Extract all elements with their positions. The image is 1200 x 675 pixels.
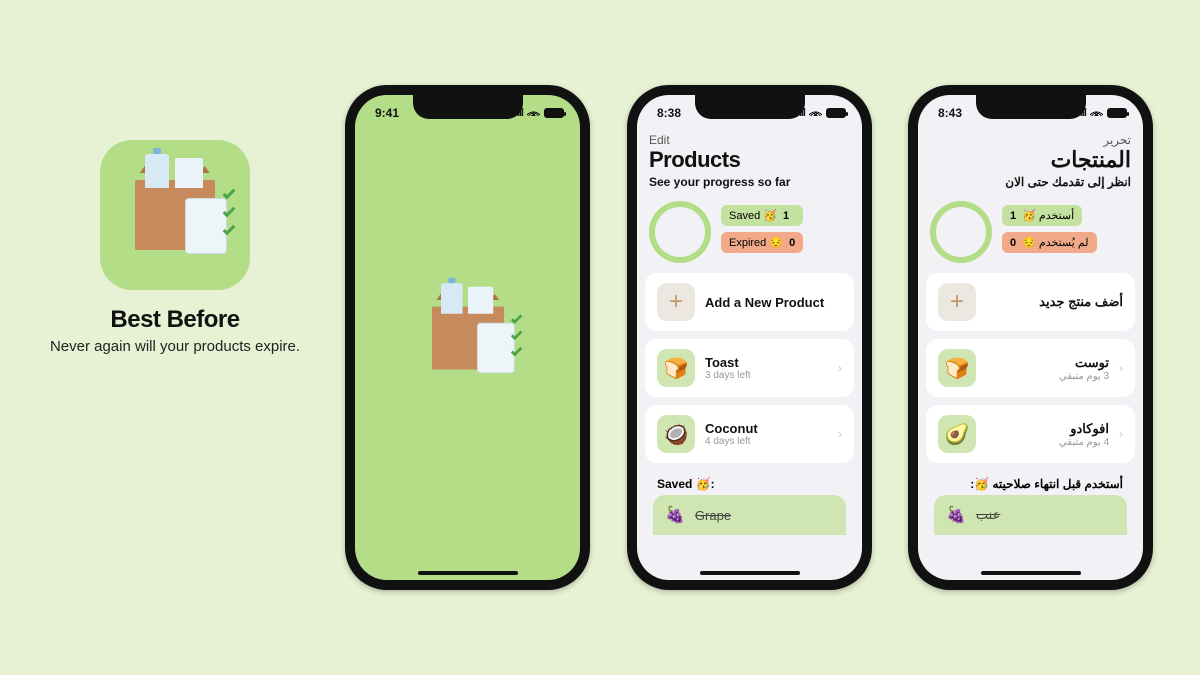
- expired-pill: Expired 😔0: [721, 232, 803, 253]
- page-title: Products: [649, 147, 850, 173]
- item-title: افوكادو: [986, 421, 1109, 437]
- promo-block: Best Before Never again will your produc…: [40, 140, 310, 355]
- item-title: Grape: [695, 508, 731, 523]
- saved-item[interactable]: 🍇 Grape: [653, 495, 846, 535]
- item-sub: 3 days left: [705, 370, 828, 381]
- item-thumb: 🍞: [938, 349, 976, 387]
- plus-icon: +: [657, 283, 695, 321]
- app-title: Best Before: [40, 306, 310, 334]
- list-item[interactable]: 🍞 توست 3 يوم متبقي ›: [926, 339, 1135, 397]
- status-time: 8:38: [657, 106, 681, 120]
- item-thumb: 🍞: [657, 349, 695, 387]
- item-title: Toast: [705, 355, 828, 370]
- wifi-icon: [809, 107, 822, 119]
- item-sub: 4 days left: [705, 436, 828, 447]
- list-item[interactable]: 🥑 افوكادو 4 يوم متبقي ›: [926, 405, 1135, 463]
- page-subtitle: انظر إلى تقدمك حتى الان: [930, 175, 1131, 189]
- wifi-icon: [1090, 107, 1103, 119]
- item-sub: 3 يوم متبقي: [986, 371, 1109, 382]
- list-item[interactable]: 🥥 Coconut 4 days left ›: [645, 405, 854, 463]
- chevron-left-icon: ›: [1119, 427, 1123, 441]
- list-item[interactable]: 🍞 Toast 3 days left ›: [645, 339, 854, 397]
- progress-ring: [930, 201, 992, 263]
- item-title: Coconut: [705, 421, 828, 436]
- item-thumb: 🥥: [657, 415, 695, 453]
- saved-pill: Saved 🥳1: [721, 205, 803, 226]
- status-indicators: [514, 107, 564, 119]
- phone-arabic: 8:43 تحرير المنتجات انظر إلى تقدمك حتى ا…: [908, 85, 1153, 590]
- saved-section-label: أستخدم قبل انتهاء صلاحيته 🥳:: [926, 471, 1135, 495]
- home-indicator: [981, 571, 1081, 575]
- item-title: عنب: [976, 507, 1000, 523]
- chevron-left-icon: ›: [1119, 361, 1123, 375]
- add-product-button[interactable]: + أضف منتج جديد: [926, 273, 1135, 331]
- chevron-right-icon: ›: [838, 361, 842, 375]
- plus-icon: +: [938, 283, 976, 321]
- phone-splash: 9:41: [345, 85, 590, 590]
- status-indicators: [1077, 107, 1127, 119]
- battery-icon: [544, 108, 564, 118]
- page-subtitle: See your progress so far: [649, 175, 850, 189]
- progress-ring: [649, 201, 711, 263]
- expired-pill: لم يُستخدم 😔0: [1002, 232, 1097, 253]
- battery-icon: [826, 108, 846, 118]
- splash-logo: [432, 306, 504, 369]
- app-icon: [100, 140, 250, 290]
- saved-item[interactable]: 🍇 عنب: [934, 495, 1127, 535]
- phone-english: 8:38 Edit Products See your progress so …: [627, 85, 872, 590]
- home-indicator: [700, 571, 800, 575]
- app-tagline: Never again will your products expire.: [40, 338, 310, 355]
- edit-button[interactable]: Edit: [649, 133, 670, 147]
- wifi-icon: [527, 107, 540, 119]
- item-thumb: 🍇: [946, 505, 966, 525]
- battery-icon: [1107, 108, 1127, 118]
- saved-pill: أستخدم 🥳1: [1002, 205, 1082, 226]
- item-thumb: 🍇: [665, 505, 685, 525]
- home-indicator: [418, 571, 518, 575]
- status-time: 8:43: [938, 106, 962, 120]
- item-title: توست: [986, 355, 1109, 371]
- chevron-right-icon: ›: [838, 427, 842, 441]
- status-indicators: [796, 107, 846, 119]
- status-time: 9:41: [375, 106, 399, 120]
- saved-section-label: Saved 🥳:: [645, 471, 854, 495]
- item-sub: 4 يوم متبقي: [986, 437, 1109, 448]
- add-product-button[interactable]: + Add a New Product: [645, 273, 854, 331]
- item-thumb: 🥑: [938, 415, 976, 453]
- page-title: المنتجات: [930, 147, 1131, 173]
- edit-button[interactable]: تحرير: [1103, 133, 1131, 147]
